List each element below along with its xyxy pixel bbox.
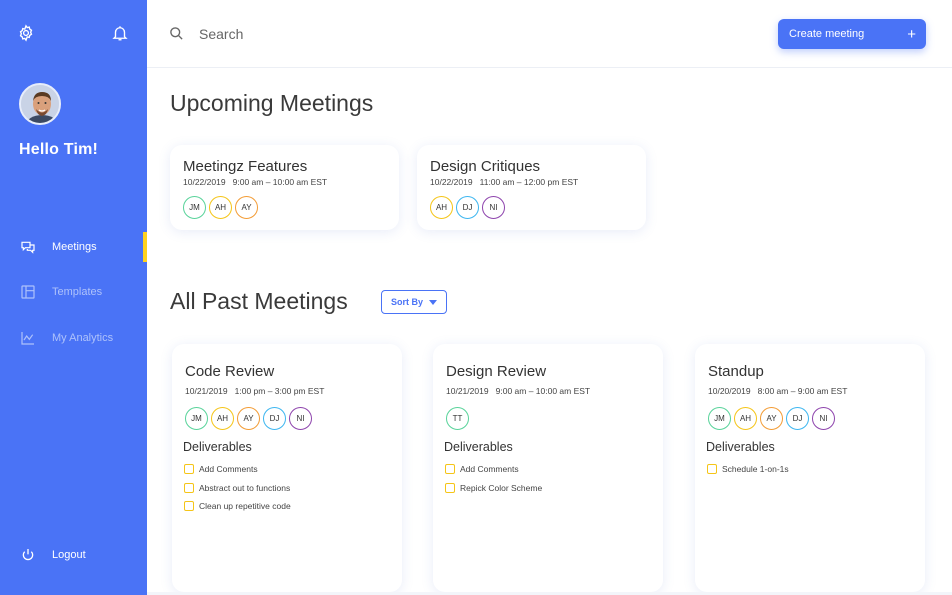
attendee-avatar[interactable]: NI: [289, 407, 312, 430]
attendee-list: AH DJ NI: [430, 196, 508, 219]
upcoming-meeting-card[interactable]: Meetingz Features 10/22/2019 9:00 am – 1…: [170, 145, 399, 230]
attendee-avatar[interactable]: JM: [185, 407, 208, 430]
deliverables-heading: Deliverables: [706, 440, 775, 454]
search-input[interactable]: [199, 22, 499, 46]
attendee-list: TT: [446, 407, 472, 430]
attendee-avatar[interactable]: JM: [183, 196, 206, 219]
meeting-date: 10/22/2019 11:00 am – 12:00 pm EST: [430, 177, 579, 187]
checkbox[interactable]: [184, 482, 194, 493]
upcoming-meeting-card[interactable]: Design Critiques 10/22/2019 11:00 am – 1…: [417, 145, 646, 230]
deliverables-list: Add Comments Abstract out to functions C…: [184, 460, 291, 516]
deliverable-label: Add Comments: [199, 464, 258, 475]
deliverables-heading: Deliverables: [444, 440, 513, 454]
attendee-avatar[interactable]: AH: [211, 407, 234, 430]
meeting-date: 10/20/2019 8:00 am – 9:00 am EST: [708, 386, 848, 396]
sidebar-item-meetings[interactable]: Meetings: [0, 232, 147, 262]
checkbox[interactable]: [184, 464, 194, 475]
attendee-avatar[interactable]: DJ: [786, 407, 809, 430]
deliverable-label: Clean up repetitive code: [199, 501, 291, 512]
deliverables-list: Schedule 1-on-1s: [707, 460, 789, 479]
deliverable-label: Schedule 1-on-1s: [722, 464, 789, 475]
sidebar-item-analytics[interactable]: My Analytics: [0, 323, 147, 353]
meeting-title: Standup: [708, 363, 764, 380]
attendee-avatar[interactable]: AH: [734, 407, 757, 430]
meeting-date: 10/21/2019 1:00 pm – 3:00 pm EST: [185, 386, 325, 396]
deliverable-item[interactable]: Repick Color Scheme: [445, 479, 542, 498]
logout-label: Logout: [52, 549, 86, 561]
upcoming-meetings-title: Upcoming Meetings: [170, 90, 374, 116]
attendee-avatar[interactable]: TT: [446, 407, 469, 430]
avatar[interactable]: [19, 83, 61, 125]
sidebar-item-label: Meetings: [52, 241, 97, 253]
sidebar-item-label: Templates: [52, 286, 103, 298]
checkbox[interactable]: [445, 464, 455, 475]
deliverable-label: Add Comments: [460, 464, 519, 475]
bell-icon[interactable]: [111, 24, 129, 42]
meeting-title: Design Review: [446, 363, 547, 380]
past-meeting-card[interactable]: Standup 10/20/2019 8:00 am – 9:00 am EST…: [695, 344, 925, 592]
checkbox[interactable]: [445, 482, 455, 493]
checkbox[interactable]: [707, 464, 717, 475]
sort-by-dropdown[interactable]: Sort By: [381, 290, 447, 314]
power-icon: [22, 549, 34, 561]
chat-bubbles-icon: [21, 241, 35, 254]
attendee-list: JM AH AY: [183, 196, 261, 219]
user-portrait-icon: [21, 85, 59, 123]
deliverables-list: Add Comments Repick Color Scheme: [445, 460, 542, 497]
attendee-avatar[interactable]: AH: [430, 196, 453, 219]
deliverable-item[interactable]: Schedule 1-on-1s: [707, 460, 789, 479]
past-meeting-card[interactable]: Code Review 10/21/2019 1:00 pm – 3:00 pm…: [172, 344, 402, 592]
sidebar-item-label: My Analytics: [52, 332, 114, 344]
create-meeting-button[interactable]: Create meeting +: [778, 19, 926, 49]
deliverable-label: Abstract out to functions: [199, 482, 291, 493]
attendee-avatar[interactable]: NI: [812, 407, 835, 430]
attendee-list: JM AH AY DJ NI: [185, 407, 315, 430]
layout-icon: [21, 285, 35, 299]
sidebar: Hello Tim! Meetings Templates My Analyti…: [0, 0, 147, 595]
checkbox[interactable]: [184, 501, 194, 512]
active-indicator: [143, 232, 147, 262]
meeting-title: Meetingz Features: [183, 158, 308, 175]
meeting-title: Design Critiques: [430, 158, 541, 175]
deliverables-heading: Deliverables: [183, 440, 252, 454]
deliverable-item[interactable]: Clean up repetitive code: [184, 497, 291, 516]
attendee-avatar[interactable]: AY: [235, 196, 258, 219]
attendee-avatar[interactable]: AY: [237, 407, 260, 430]
deliverable-item[interactable]: Add Comments: [445, 460, 542, 479]
past-meetings-title: All Past Meetings: [170, 288, 348, 314]
meeting-title: Code Review: [185, 363, 275, 380]
greeting: Hello Tim!: [19, 141, 99, 158]
attendee-avatar[interactable]: AH: [209, 196, 232, 219]
attendee-avatar[interactable]: NI: [482, 196, 505, 219]
logout-button[interactable]: Logout: [0, 540, 147, 570]
line-chart-icon: [21, 332, 34, 345]
sidebar-item-templates[interactable]: Templates: [0, 277, 147, 307]
create-meeting-label: Create meeting: [789, 28, 865, 40]
caret-down-icon: [429, 300, 437, 305]
search-icon: [170, 27, 183, 40]
deliverable-item[interactable]: Add Comments: [184, 460, 291, 479]
meeting-date: 10/21/2019 9:00 am – 10:00 am EST: [446, 386, 591, 396]
plus-icon: +: [907, 25, 916, 43]
gear-icon[interactable]: [17, 24, 35, 42]
top-bar: Create meeting +: [147, 0, 952, 68]
attendee-avatar[interactable]: AY: [760, 407, 783, 430]
deliverable-item[interactable]: Abstract out to functions: [184, 479, 291, 498]
attendee-avatar[interactable]: DJ: [263, 407, 286, 430]
attendee-list: JM AH AY DJ NI: [708, 407, 838, 430]
attendee-avatar[interactable]: DJ: [456, 196, 479, 219]
meeting-date: 10/22/2019 9:00 am – 10:00 am EST: [183, 177, 328, 187]
sort-by-label: Sort By: [391, 297, 424, 307]
past-meeting-card[interactable]: Design Review 10/21/2019 9:00 am – 10:00…: [433, 344, 663, 592]
deliverable-label: Repick Color Scheme: [460, 482, 543, 493]
attendee-avatar[interactable]: JM: [708, 407, 731, 430]
